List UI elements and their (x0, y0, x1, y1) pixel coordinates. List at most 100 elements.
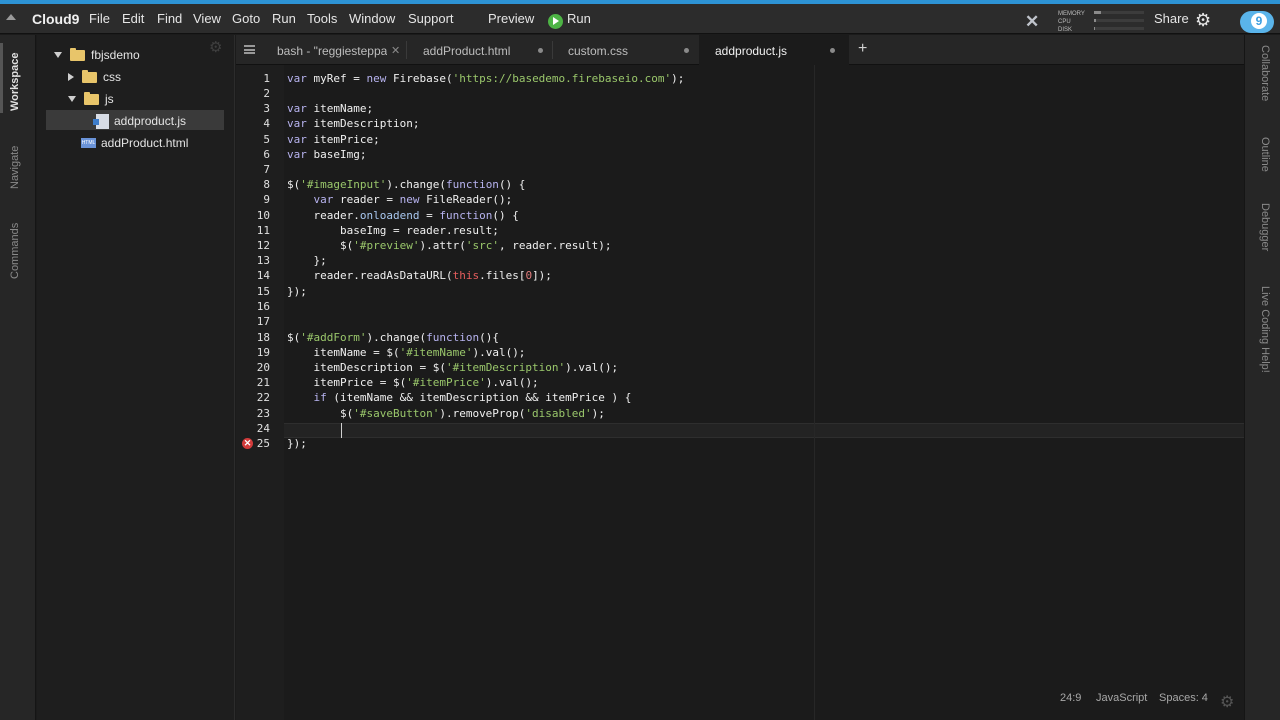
line-number: 17 (256, 315, 270, 328)
code-line: $('#imageInput').change(function() { (287, 178, 526, 191)
tab-addproduct-js[interactable]: addproduct.js (699, 35, 849, 65)
menu-file[interactable]: File (89, 11, 110, 26)
memory-meter (1094, 11, 1144, 14)
cloud9-logo-icon[interactable]: 9 (1240, 11, 1274, 33)
line-number: 20 (256, 361, 270, 374)
tree-item-js[interactable]: js (68, 89, 114, 109)
error-marker-icon[interactable]: ✕ (242, 438, 253, 449)
menu-run[interactable]: Run (272, 11, 296, 26)
line-number: 10 (256, 209, 270, 222)
tab-label: addProduct.html (423, 44, 511, 58)
code-line: baseImg = reader.result; (287, 224, 499, 237)
unsaved-dot-icon[interactable] (684, 48, 689, 53)
menu-support[interactable]: Support (408, 11, 454, 26)
code-line: $('#addForm').change(function(){ (287, 331, 499, 344)
code-editor[interactable]: var myRef = new Firebase('https://basede… (284, 65, 1244, 720)
collab-x-icon[interactable]: ✕ (1025, 13, 1039, 30)
folder-icon (70, 47, 85, 61)
logo-text: 9 (1251, 13, 1267, 29)
code-line: var itemName; (287, 102, 374, 115)
code-line: itemPrice = $('#itemPrice').val(); (287, 376, 539, 389)
tree-root-label: fbjsdemo (91, 48, 140, 62)
line-number: 19 (256, 346, 270, 359)
line-number: 6 (263, 148, 270, 161)
line-number: 16 (256, 300, 270, 313)
collapse-menu-icon[interactable] (6, 14, 16, 20)
line-number: 11 (256, 224, 270, 237)
line-number: 24 (256, 422, 270, 435)
code-line: $('#saveButton').removeProp('disabled'); (287, 407, 605, 420)
tab-navigate[interactable]: Navigate (9, 146, 21, 189)
menu-window[interactable]: Window (349, 11, 395, 26)
menu-edit[interactable]: Edit (122, 11, 144, 26)
menu-tools[interactable]: Tools (307, 11, 337, 26)
code-line: reader.readAsDataURL(this.files[0]); (287, 269, 552, 282)
line-number: 8 (263, 178, 270, 191)
menu-find[interactable]: Find (157, 11, 182, 26)
tab-outline[interactable]: Outline (1259, 137, 1271, 172)
share-button[interactable]: Share (1154, 11, 1189, 26)
language-mode[interactable]: JavaScript (1096, 692, 1147, 710)
code-line: var itemDescription; (287, 117, 420, 130)
tree-root[interactable]: fbjsdemo (54, 45, 140, 65)
line-number: 7 (263, 163, 270, 176)
run-play-icon[interactable] (548, 14, 563, 29)
tree-item-addproduct-js[interactable]: addproduct.js (93, 111, 187, 131)
memory-label: MEMORY (1058, 11, 1085, 17)
active-tab-indicator (0, 43, 3, 113)
code-line: var itemPrice; (287, 133, 380, 146)
right-panel-rail: Collaborate Outline Debugger Live Coding… (1244, 35, 1280, 720)
menu-view[interactable]: View (193, 11, 221, 26)
code-line: var baseImg; (287, 148, 367, 161)
settings-gear-icon[interactable]: ⚙ (1195, 11, 1211, 29)
unsaved-dot-icon[interactable] (830, 48, 835, 53)
tab-custom-css[interactable]: custom.css (553, 35, 699, 65)
close-icon[interactable]: ✕ (391, 44, 400, 57)
run-button[interactable]: Run (567, 11, 591, 26)
tab-live-coding-help[interactable]: Live Coding Help! (1259, 286, 1271, 373)
cursor-position[interactable]: 24:9 (1060, 692, 1081, 710)
print-margin-line (814, 65, 815, 720)
line-number: 22 (256, 391, 270, 404)
tab-addproduct-html[interactable]: addProduct.html (407, 35, 552, 65)
tab-workspace[interactable]: Workspace (9, 53, 21, 112)
line-number: 4 (263, 117, 270, 130)
left-panel-rail: Workspace Navigate Commands (0, 35, 36, 720)
add-tab-icon[interactable]: + (858, 40, 867, 58)
line-number: 5 (263, 133, 270, 146)
current-line-highlight (284, 423, 1244, 438)
code-line: itemDescription = $('#itemDescription').… (287, 361, 619, 374)
editor-settings-gear-icon[interactable]: ⚙ (1220, 692, 1234, 712)
code-line: $('#preview').attr('src', reader.result)… (287, 239, 612, 252)
code-line: }); (287, 437, 307, 450)
code-line: itemName = $('#itemName').val(); (287, 346, 526, 359)
tree-item-addproduct-html[interactable]: HTML addProduct.html (81, 133, 188, 153)
tab-collaborate[interactable]: Collaborate (1259, 45, 1271, 101)
tab-bash[interactable]: bash - "reggiesteppa ✕ (266, 35, 406, 65)
preview-button[interactable]: Preview (488, 11, 534, 26)
tab-debugger[interactable]: Debugger (1259, 203, 1271, 251)
tab-label: bash - "reggiesteppa (277, 44, 387, 58)
code-line: var myRef = new Firebase('https://basede… (287, 72, 685, 85)
collapse-arrow-icon[interactable] (68, 73, 74, 81)
folder-icon (82, 69, 97, 83)
tree-item-label: js (105, 92, 114, 106)
tree-settings-gear-icon[interactable]: ⚙ (209, 38, 222, 56)
text-cursor (341, 423, 342, 438)
workspace-tree: ⚙ fbjsdemo css js addproduct.js HTML add… (37, 35, 235, 720)
menubar: Cloud9 File Edit Find View Goto Run Tool… (0, 4, 1280, 34)
expand-arrow-icon[interactable] (54, 52, 62, 58)
menu-goto[interactable]: Goto (232, 11, 260, 26)
js-file-icon (93, 113, 109, 129)
expand-arrow-icon[interactable] (68, 96, 76, 102)
tree-item-css[interactable]: css (68, 67, 121, 87)
app-brand[interactable]: Cloud9 (32, 11, 79, 27)
tab-list-icon[interactable] (244, 45, 255, 54)
tree-item-label: addproduct.js (114, 114, 187, 128)
indent-setting[interactable]: Spaces: 4 (1159, 692, 1208, 710)
disk-meter (1094, 27, 1144, 30)
line-number: 3 (263, 102, 270, 115)
tab-commands[interactable]: Commands (9, 223, 21, 279)
cpu-label: CPU (1058, 19, 1071, 25)
unsaved-dot-icon[interactable] (538, 48, 543, 53)
